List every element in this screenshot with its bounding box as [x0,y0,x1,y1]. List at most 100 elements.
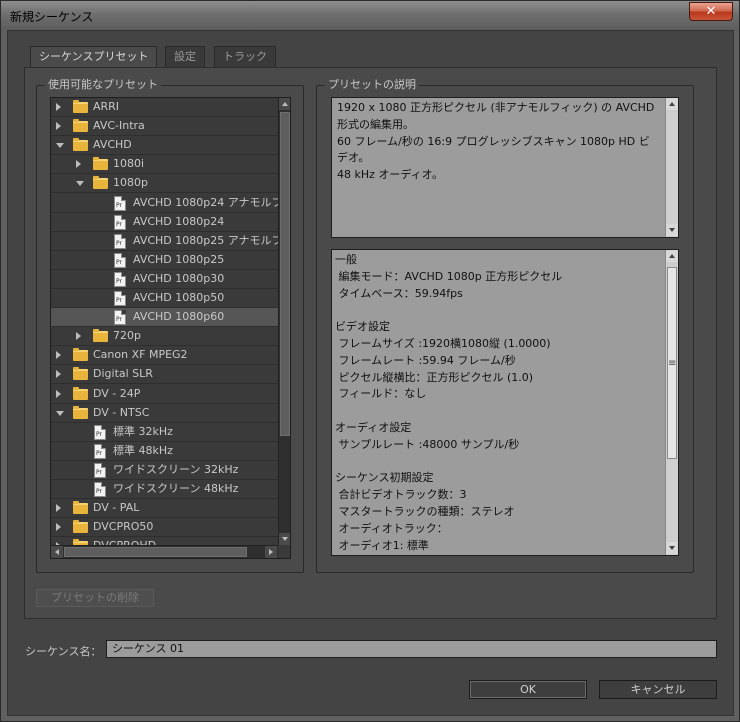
folder-icon [73,520,88,534]
sequence-name-input[interactable]: シーケンス 01 [106,640,717,658]
expand-arrow-right-icon[interactable] [56,504,61,513]
file-icon-text: Pr [96,449,102,457]
folder-icon [73,367,88,381]
expand-arrow-down-icon[interactable] [76,181,84,187]
file-icon-text: Pr [116,277,122,285]
folder-icon [73,501,88,515]
tree-preset-row[interactable]: Pr 標準 48kHz [51,442,278,461]
tree-vertical-scrollbar[interactable] [278,98,290,545]
file-icon-text: Pr [116,201,122,209]
tree-preset-row[interactable]: Pr AVCHD 1080p30 [51,270,278,289]
file-icon-text: Pr [96,430,102,438]
premiere-preset-file-icon: Pr [114,195,126,211]
file-icon-text: Pr [96,488,102,495]
expand-arrow-right-icon[interactable] [56,122,61,131]
tree-preset-row[interactable]: Pr AVCHD 1080p25 アナモルフ [51,232,278,251]
tree-preset-row[interactable]: Pr ワイドスクリーン 48kHz [51,480,278,499]
tree-folder-row[interactable]: 1080i [51,155,278,175]
preset-description-label: プリセットの説明 [325,78,419,92]
title-bar[interactable]: 新規シーケンス ✕ [1,1,739,31]
preset-details-box[interactable]: 一般 編集モード：AVCHD 1080p 正方形ピクセル タイムベース：59.9… [331,249,679,556]
details-scrollbar[interactable]: ≡ [665,250,678,555]
scroll-down-arrow-icon[interactable] [666,224,678,236]
tab-settings[interactable]: 設定 [165,46,205,68]
tree-item-label: ARRI [93,100,120,113]
file-icon-text: Pr [116,297,122,304]
tree-horizontal-scrollbar[interactable] [51,545,278,558]
description-scrollbar[interactable] [665,98,678,237]
tree-preset-row[interactable]: Pr AVCHD 1080p24 [51,213,278,232]
tree-item-label: ワイドスクリーン 48kHz [113,482,239,495]
tree-item-label: 720p [113,329,141,343]
tree-horizontal-scroll-thumb[interactable] [64,547,247,557]
cancel-button[interactable]: キャンセル [599,680,717,699]
scroll-up-arrow-icon[interactable] [666,98,678,110]
tree-folder-row[interactable]: AVC-Intra [51,117,278,137]
close-button[interactable]: ✕ [689,2,733,21]
expand-arrow-right-icon[interactable] [56,351,61,360]
folder-icon [73,405,88,419]
expand-arrow-right-icon[interactable] [76,332,81,341]
tree-folder-row[interactable]: AVCHD [51,136,278,156]
tree-folder-row[interactable]: DV - PAL [51,499,278,519]
preset-tree[interactable]: ARRI AVC-Intra AVCHD 1080i 1080p Pr AVCHD 1080… [50,97,291,559]
tree-preset-row[interactable]: Pr AVCHD 1080p24 アナモルフ [51,194,278,213]
expand-arrow-right-icon[interactable] [76,160,81,169]
premiere-preset-file-icon: Pr [94,462,106,478]
premiere-preset-file-icon: Pr [94,443,106,459]
delete-preset-button[interactable]: プリセットの削除 [36,589,154,607]
tree-preset-row[interactable]: Pr AVCHD 1080p25 [51,251,278,270]
details-scroll-thumb[interactable]: ≡ [667,267,677,459]
tree-item-label: 標準 48kHz [113,443,173,457]
tree-folder-row[interactable]: DV - NTSC [51,404,278,423]
tree-folder-row[interactable]: ARRI [51,98,278,117]
tree-preset-row[interactable]: Pr AVCHD 1080p50 [51,289,278,308]
tab-sequence-presets[interactable]: シーケンスプリセット [30,46,158,69]
tab-tracks[interactable]: トラック [214,46,276,68]
tree-item-label: 標準 32kHz [113,424,173,438]
tree-folder-row[interactable]: 720p [51,327,278,347]
expand-arrow-down-icon[interactable] [56,143,64,149]
tree-item-label: Canon XF MPEG2 [93,348,188,362]
scroll-right-arrow-icon[interactable] [265,546,277,558]
expand-arrow-right-icon[interactable] [56,103,61,111]
tree-folder-row[interactable]: DVCPRO50 [51,518,278,538]
file-icon-text: Pr [116,220,122,228]
tree-folder-row[interactable]: DV - 24P [51,385,278,404]
scroll-left-arrow-icon[interactable] [51,546,63,558]
expand-arrow-right-icon[interactable] [56,523,61,532]
premiere-preset-file-icon: Pr [114,271,126,287]
scroll-up-arrow-icon[interactable] [279,98,290,110]
scroll-up-arrow-icon[interactable] [666,250,678,262]
scroll-down-arrow-icon[interactable] [279,533,290,545]
preset-details-text: 一般 編集モード：AVCHD 1080p 正方形ピクセル タイムベース：59.9… [335,253,563,552]
premiere-preset-file-icon: Pr [114,214,126,230]
expand-arrow-right-icon[interactable] [56,370,61,379]
premiere-preset-file-icon: Pr [94,482,106,497]
premiere-preset-file-icon: Pr [114,252,126,268]
file-icon-text: Pr [116,258,122,266]
tree-item-label: DV - PAL [93,501,140,515]
expand-arrow-right-icon[interactable] [56,389,61,398]
tree-preset-row[interactable]: Pr 標準 32kHz [51,423,278,442]
scroll-down-arrow-icon[interactable] [666,542,678,554]
expand-arrow-down-icon[interactable] [56,410,64,416]
folder-icon [93,157,108,171]
tree-folder-row[interactable]: 1080p [51,174,278,194]
tree-vertical-scroll-thumb[interactable] [280,112,290,436]
folder-icon [93,329,108,343]
tree-item-label: AVCHD 1080p60 [133,310,225,324]
file-icon-text: Pr [116,239,122,247]
premiere-preset-file-icon: Pr [94,424,106,440]
available-presets-label: 使用可能なプリセット [45,78,161,92]
ok-button[interactable]: OK [469,680,587,699]
folder-icon [73,100,88,113]
folder-icon [93,176,108,190]
tree-item-label: AVCHD 1080p50 [133,291,225,304]
tree-preset-row[interactable]: Pr AVCHD 1080p60 [51,308,278,328]
tree-folder-row[interactable]: Digital SLR [51,365,278,385]
tree-preset-row[interactable]: Pr ワイドスクリーン 32kHz [51,461,278,480]
tree-folder-row[interactable]: Canon XF MPEG2 [51,346,278,366]
preset-description-box[interactable]: 1920 x 1080 正方形ピクセル (非アナモルフィック) の AVCHD … [331,97,679,238]
premiere-preset-file-icon: Pr [114,291,126,306]
